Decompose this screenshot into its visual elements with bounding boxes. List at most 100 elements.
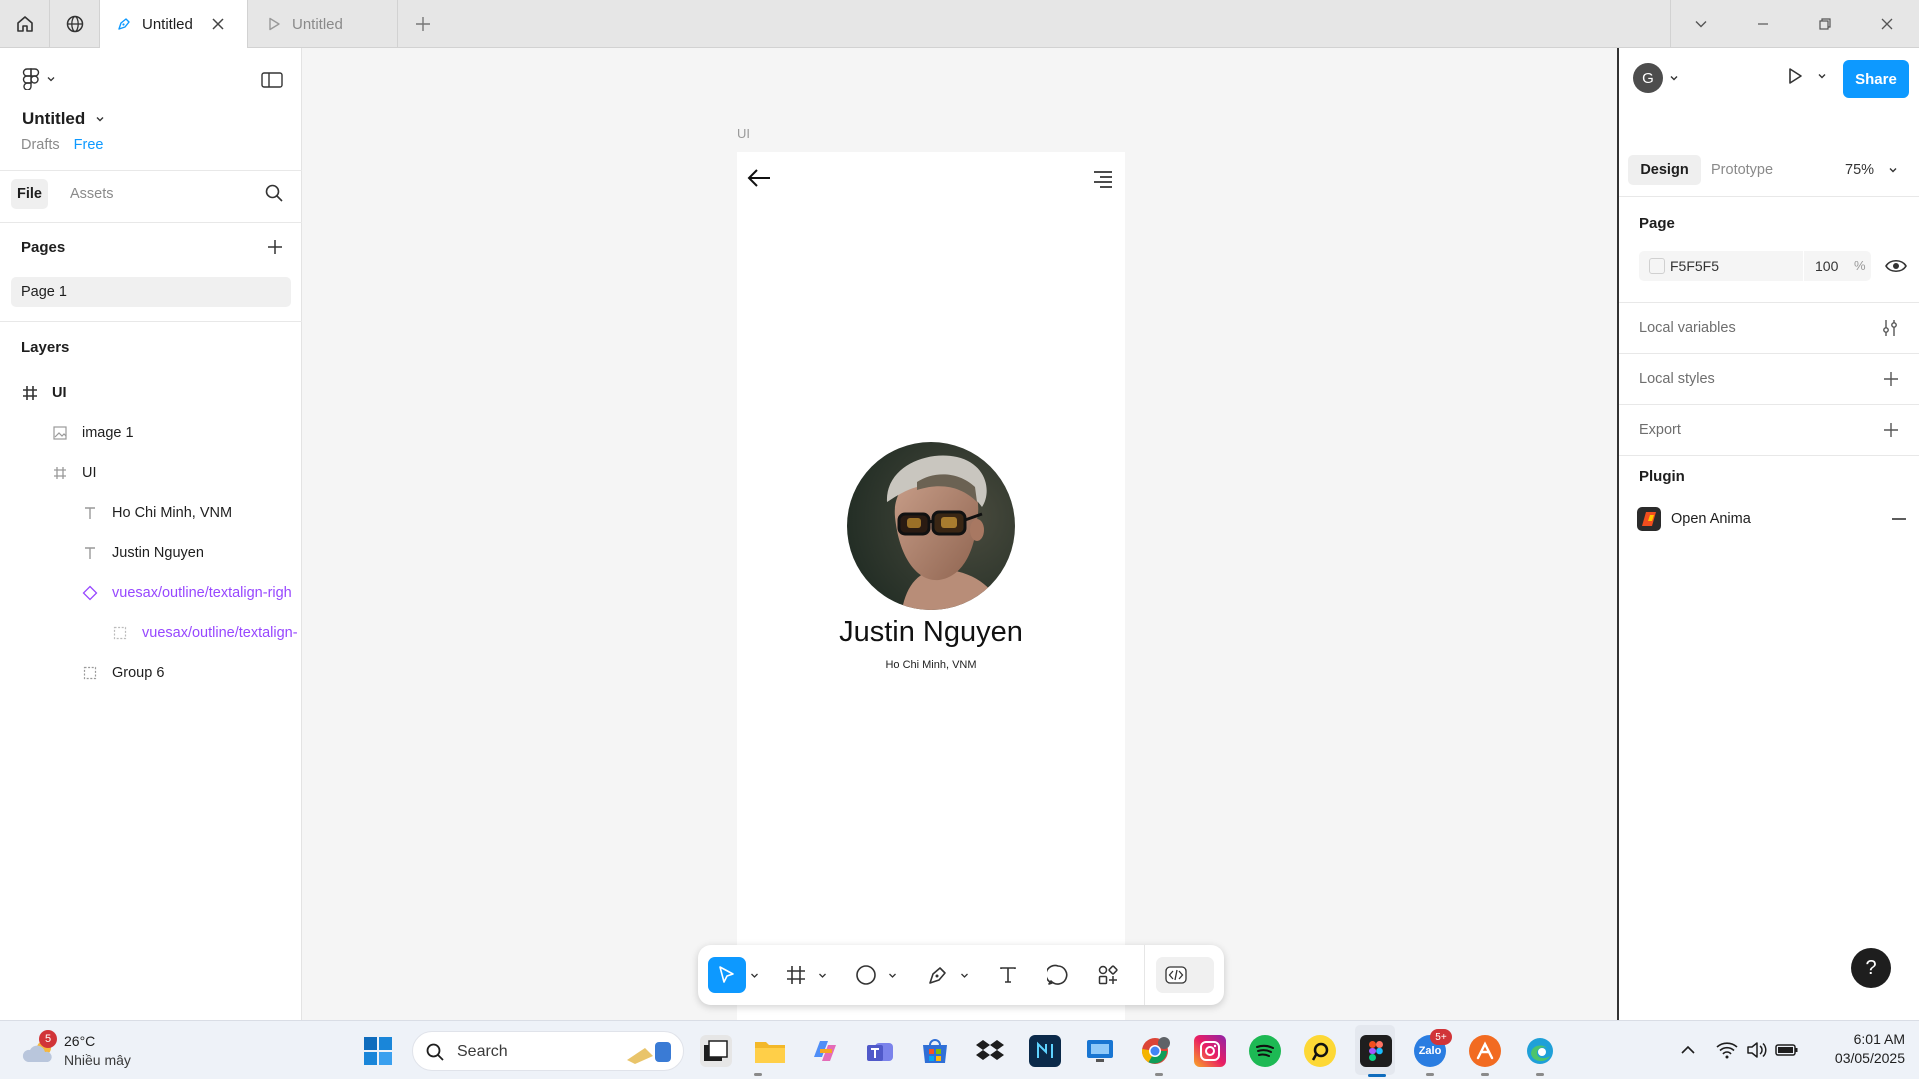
layer-row[interactable]: vuesax/outline/textalign-righ	[0, 573, 302, 613]
shape-tool-dropdown[interactable]	[884, 957, 900, 993]
instagram-app[interactable]	[1194, 1035, 1226, 1067]
clock[interactable]: 6:01 AM 03/05/2025	[1805, 1031, 1905, 1066]
tab-assets[interactable]: Assets	[70, 186, 114, 202]
local-variables-row[interactable]: Local variables	[1619, 303, 1919, 354]
add-page-button[interactable]	[266, 238, 284, 256]
pilot-app[interactable]	[1304, 1035, 1336, 1067]
frame-label[interactable]: UI	[737, 126, 750, 141]
page-item[interactable]: Page 1	[11, 277, 291, 307]
user-menu-button[interactable]: G	[1633, 63, 1679, 93]
profile-location[interactable]: Ho Chi Minh, VNM	[737, 659, 1125, 671]
plus-icon[interactable]	[1883, 422, 1899, 438]
layers-heading: Layers	[21, 339, 70, 356]
export-row[interactable]: Export	[1619, 405, 1919, 456]
dev-mode-toggle[interactable]	[1156, 957, 1214, 993]
chevron-up-icon[interactable]	[1680, 1043, 1696, 1057]
battery-icon[interactable]	[1775, 1042, 1799, 1058]
start-button[interactable]	[360, 1033, 397, 1070]
pen-tool-button[interactable]	[920, 957, 956, 993]
home-button[interactable]	[0, 0, 50, 48]
search-layers-button[interactable]	[264, 183, 284, 203]
tabs-dropdown-button[interactable]	[1670, 0, 1732, 48]
actions-tool-button[interactable]	[1090, 957, 1126, 993]
eye-icon[interactable]	[1885, 257, 1907, 275]
vscode-like-app[interactable]	[1029, 1035, 1061, 1067]
page-color-field[interactable]: F5F5F5 100 %	[1639, 251, 1871, 281]
dropbox-app[interactable]	[974, 1035, 1006, 1067]
layer-row[interactable]: UI	[0, 453, 302, 493]
move-tool-dropdown[interactable]	[746, 957, 762, 993]
edge-app[interactable]	[1524, 1035, 1556, 1067]
copilot-app[interactable]	[809, 1035, 841, 1067]
back-arrow-icon[interactable]	[746, 167, 772, 189]
tab-file[interactable]: File	[11, 179, 48, 209]
new-tab-button[interactable]	[398, 0, 448, 48]
present-button[interactable]	[1785, 66, 1827, 86]
pen-tool-dropdown[interactable]	[956, 957, 972, 993]
page-opacity[interactable]: 100	[1815, 258, 1838, 274]
layer-label: UI	[82, 465, 97, 481]
plugin-row[interactable]: Open Anima	[1637, 505, 1907, 533]
share-button[interactable]: Share	[1843, 60, 1909, 98]
local-styles-row[interactable]: Local styles	[1619, 354, 1919, 405]
zoom-dropdown[interactable]: 75%	[1845, 162, 1898, 178]
file-explorer-app[interactable]	[754, 1035, 786, 1067]
layer-row[interactable]: UI	[0, 373, 302, 413]
remote-desktop-app[interactable]	[1084, 1035, 1116, 1067]
color-swatch[interactable]	[1649, 258, 1665, 274]
main-menu-button[interactable]	[22, 68, 56, 90]
layer-row[interactable]: Ho Chi Minh, VNM	[0, 493, 302, 533]
profile-name[interactable]: Justin Nguyen	[737, 616, 1125, 649]
text-tool-button[interactable]	[990, 957, 1026, 993]
frame-tool-button[interactable]	[778, 957, 814, 993]
layer-row[interactable]: Group 6	[0, 653, 302, 693]
wifi-icon[interactable]	[1716, 1041, 1738, 1059]
spotify-app[interactable]	[1249, 1035, 1281, 1067]
plus-icon[interactable]	[1883, 371, 1899, 387]
frame-tool-dropdown[interactable]	[814, 957, 830, 993]
taskbar-search[interactable]: Search	[412, 1031, 684, 1071]
variables-icon[interactable]	[1881, 319, 1899, 337]
profile-avatar-image[interactable]	[847, 442, 1015, 610]
file-title-button[interactable]: Untitled	[22, 109, 105, 129]
minus-icon[interactable]	[1891, 511, 1907, 527]
shape-tool-button[interactable]	[848, 957, 884, 993]
close-icon[interactable]	[211, 17, 225, 31]
community-button[interactable]	[50, 0, 100, 48]
store-app[interactable]	[919, 1035, 951, 1067]
tab-design[interactable]: Design	[1628, 155, 1701, 185]
drafts-link[interactable]: Drafts	[21, 137, 60, 153]
running-indicator	[1155, 1073, 1163, 1076]
move-tool-button[interactable]	[708, 957, 746, 993]
divider	[1803, 251, 1804, 281]
text-align-right-icon[interactable]	[1092, 170, 1114, 188]
tab-prototype-file[interactable]: Untitled	[248, 0, 398, 48]
close-window-button[interactable]	[1856, 0, 1918, 48]
restore-icon	[1819, 18, 1831, 30]
ui-frame[interactable]: Justin Nguyen Ho Chi Minh, VNM	[737, 152, 1125, 1020]
task-view-app[interactable]	[700, 1035, 732, 1067]
layer-row[interactable]: Justin Nguyen	[0, 533, 302, 573]
comment-tool-button[interactable]	[1040, 957, 1076, 993]
tab-prototype[interactable]: Prototype	[1711, 162, 1773, 178]
weather-widget[interactable]: 5 26°C Nhiều mây	[20, 1030, 180, 1072]
chrome-app[interactable]	[1139, 1035, 1171, 1067]
plugin-heading: Plugin	[1639, 468, 1685, 485]
layer-label: vuesax/outline/textalign-righ	[112, 585, 292, 601]
figma-app[interactable]	[1360, 1035, 1392, 1067]
layer-row[interactable]: vuesax/outline/textalign-	[0, 613, 302, 653]
minimize-button[interactable]	[1732, 0, 1794, 48]
volume-icon[interactable]	[1746, 1041, 1768, 1059]
layer-row[interactable]: image 1	[0, 413, 302, 453]
teams-app[interactable]	[864, 1035, 896, 1067]
tab-design-file[interactable]: Untitled	[100, 0, 248, 48]
toggle-sidebar-button[interactable]	[258, 66, 286, 94]
avast-app[interactable]	[1469, 1035, 1501, 1067]
canvas[interactable]: UI Justin Nguyen Ho Chi Minh, VNM	[302, 48, 1617, 1020]
help-button[interactable]: ?	[1851, 948, 1891, 988]
restore-button[interactable]	[1794, 0, 1856, 48]
plan-badge[interactable]: Free	[74, 137, 104, 153]
play-icon	[269, 17, 280, 31]
page-color-hex[interactable]: F5F5F5	[1670, 258, 1719, 274]
windows-taskbar: 5 26°C Nhiều mây Search Zalo 5+ 6:01 AM …	[0, 1020, 1919, 1079]
